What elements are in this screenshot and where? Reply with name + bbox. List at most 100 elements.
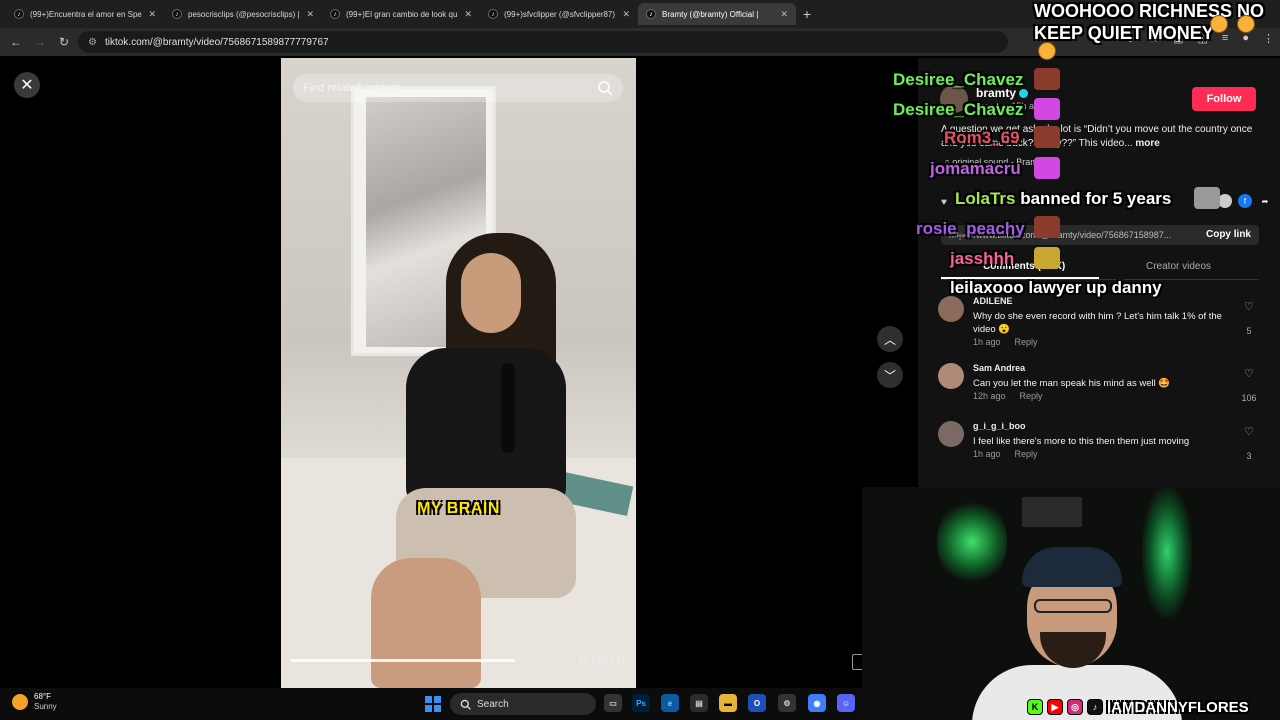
chat-emote	[1034, 68, 1060, 90]
browser-tab[interactable]: ♪ pesocrisclips (@pesocrisclips) | ✕	[164, 3, 322, 25]
previous-video-button[interactable]: ︿	[877, 326, 903, 352]
kick-icon: K	[1027, 699, 1043, 715]
video-person	[341, 228, 576, 688]
comment-item: g_i_g_i_boo I feel like there's more to …	[938, 421, 1258, 471]
comment-meta: 1h ago Reply	[973, 449, 1038, 459]
url-text: tiktok.com/@bramty/video/756867158987777…	[104, 36, 329, 48]
forward-icon[interactable]: →	[30, 32, 50, 52]
store-icon[interactable]: ▤	[690, 694, 708, 712]
streamer-handle: IAMDANNYFLORES	[1107, 698, 1249, 716]
browser-tab-active[interactable]: ♪ Bramty (@bramty) Official | ✕	[638, 3, 796, 25]
tab-creator-videos[interactable]: Creator videos	[1146, 261, 1211, 272]
video-caption: MY BRAIN	[417, 500, 500, 517]
photoshop-icon[interactable]: Ps	[632, 694, 650, 712]
close-tab-icon[interactable]: ✕	[148, 9, 156, 20]
video-progress-bar[interactable]	[291, 659, 516, 662]
comment-item: Sam Andrea Can you let the man speak his…	[938, 363, 1258, 413]
screen: ♪ (99+)Encuentra el amor en Spe ✕ ♪ pesocri…	[0, 0, 1280, 720]
address-bar[interactable]: ⚙ tiktok.com/@bramty/video/7568671589877…	[78, 31, 1008, 53]
streamer-cap	[1022, 547, 1122, 587]
tiktok-icon: ♪	[172, 9, 182, 19]
facebook-icon[interactable]: f	[1238, 194, 1252, 208]
weather-condition: Sunny	[34, 702, 57, 711]
avatar[interactable]	[938, 296, 964, 322]
close-video-button[interactable]: ✕	[14, 72, 40, 98]
video-time: 01:34/01:47	[578, 655, 626, 665]
chat-line: rosie_peachy	[916, 219, 1025, 239]
close-tab-icon[interactable]: ✕	[464, 9, 472, 20]
like-count: 5	[1246, 326, 1252, 336]
avatar[interactable]	[938, 363, 964, 389]
like-icon[interactable]: ♡	[1244, 425, 1254, 438]
tab-label: (99+)El gran cambio de look qu	[346, 9, 458, 19]
emoji-icon	[1210, 15, 1228, 33]
chevron-down-icon: ﹀	[883, 368, 896, 383]
windows-start-icon[interactable]	[425, 696, 441, 712]
comment-author[interactable]: g_i_g_i_boo	[973, 421, 1026, 431]
browser-tab[interactable]: ♪ (99+)Encuentra el amor en Spe ✕	[6, 3, 164, 25]
reply-button[interactable]: Reply	[1015, 449, 1038, 459]
chat-message: banned for 5 years	[1020, 189, 1172, 208]
instagram-icon: ◎	[1067, 699, 1083, 715]
comment-meta: 12h ago Reply	[973, 391, 1043, 401]
verified-icon	[1019, 89, 1029, 99]
video-player[interactable]: Find related content MY BRAIN 01:34/01:4…	[281, 58, 636, 688]
chrome-icon[interactable]: ◉	[808, 694, 826, 712]
chat-line: leilaxooo lawyer up danny	[950, 278, 1162, 298]
chat-emote	[1034, 98, 1060, 120]
reply-button[interactable]: Reply	[1020, 391, 1043, 401]
chevron-up-icon: ︿	[883, 332, 896, 347]
search-icon[interactable]	[597, 80, 613, 96]
close-tab-icon[interactable]: ✕	[780, 9, 788, 20]
follow-button[interactable]: Follow	[1192, 87, 1256, 111]
site-info-icon[interactable]: ⚙	[88, 37, 97, 48]
taskbar-search-label: Search	[477, 698, 509, 710]
heart-icon[interactable]: ♥	[941, 197, 947, 208]
more-link[interactable]: more	[1135, 138, 1159, 149]
next-video-button[interactable]: ﹀	[877, 362, 903, 388]
browser-tab[interactable]: ♪ (99+)sfvclipper (@sfvclipper87) ✕	[480, 3, 638, 25]
chat-user: rosie_peachy	[916, 219, 1025, 238]
emoji-icon	[1237, 15, 1255, 33]
tab-label: (99+)Encuentra el amor en Spe	[30, 9, 142, 19]
file-explorer-icon[interactable]: ▬	[719, 694, 737, 712]
comment-text: Why do she even record with him ? Let's …	[973, 311, 1222, 335]
chat-user: LolaTrs	[955, 189, 1016, 208]
avatar[interactable]	[938, 421, 964, 447]
face	[461, 253, 521, 333]
copy-link-button[interactable]: Copy link	[1206, 229, 1251, 240]
outlook-icon[interactable]: O	[748, 694, 766, 712]
close-tab-icon[interactable]: ✕	[622, 9, 630, 20]
comment-text: Can you let the man speak his mind as we…	[973, 378, 1171, 389]
new-tab-button[interactable]: +	[796, 3, 818, 25]
browser-tab[interactable]: ♪ (99+)El gran cambio de look qu ✕	[322, 3, 480, 25]
taskbar-search[interactable]: Search	[450, 693, 596, 715]
chat-emote	[1034, 247, 1060, 269]
chat-line: Rom3_69	[944, 128, 1020, 148]
close-tab-icon[interactable]: ✕	[306, 9, 314, 20]
like-count: 3	[1246, 451, 1252, 461]
share-emoji-icon[interactable]	[1218, 194, 1232, 208]
chat-emote	[1034, 126, 1060, 148]
like-icon[interactable]: ♡	[1244, 367, 1254, 380]
back-icon[interactable]: ←	[6, 32, 26, 52]
settings-icon[interactable]: ⚙	[778, 694, 796, 712]
tiktok-icon: ♪	[1087, 699, 1103, 715]
weather-temp: 68°F	[34, 692, 51, 701]
tiktok-icon: ♪	[488, 9, 498, 19]
search-placeholder: Find related content	[303, 82, 401, 94]
reload-icon[interactable]: ↻	[54, 32, 74, 52]
comment-author[interactable]: Sam Andrea	[973, 363, 1025, 373]
edge-icon[interactable]: e	[661, 694, 679, 712]
reply-button[interactable]: Reply	[1015, 337, 1038, 347]
chat-user: Desiree_Chavez	[893, 70, 1024, 89]
like-icon[interactable]: ♡	[1244, 300, 1254, 313]
discord-icon[interactable]: ☺	[837, 694, 855, 712]
task-view-icon[interactable]: ▭	[604, 694, 622, 712]
weather-widget[interactable]: 68°F Sunny	[12, 692, 57, 711]
chat-emote	[1034, 216, 1060, 238]
shelf	[1022, 497, 1082, 527]
related-search-input[interactable]: Find related content	[293, 74, 623, 102]
chat-emote	[1194, 187, 1220, 209]
share-arrow-icon[interactable]: ➦	[1258, 194, 1272, 208]
